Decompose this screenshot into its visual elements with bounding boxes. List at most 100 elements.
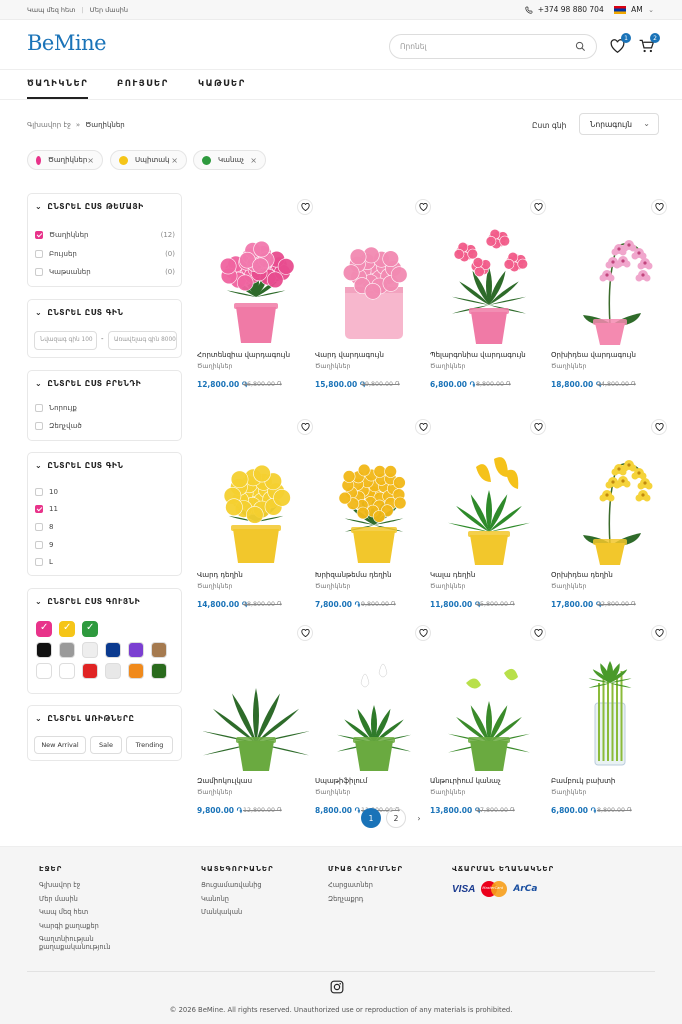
- remove-chip-icon[interactable]: ×: [87, 156, 94, 165]
- nav-plants[interactable]: ԲՈՒՅՍԵՐ: [117, 79, 169, 89]
- color-swatch[interactable]: [59, 642, 75, 658]
- add-to-wishlist-button[interactable]: [415, 419, 431, 435]
- add-to-wishlist-button[interactable]: [297, 199, 313, 215]
- footer-link[interactable]: Կապ մեզ հետ: [39, 908, 119, 916]
- product-name[interactable]: Հորտենզիա վարդագույն: [197, 351, 290, 359]
- checkbox[interactable]: [35, 558, 43, 566]
- product-name[interactable]: Զամիոկուլկաս: [197, 777, 252, 785]
- panel-title[interactable]: ⌄ ԸՆՏՐԵԼ ԸՍՏ ԳՈՒՅՆԻ: [35, 597, 140, 606]
- product-card[interactable]: Բամբուկ բախտի Ծաղիկներ 6,800.00 ֏ 8,800.00 …: [551, 625, 669, 815]
- color-swatch[interactable]: [105, 663, 121, 679]
- color-swatch[interactable]: [36, 642, 52, 658]
- filter-option[interactable]: L: [35, 558, 175, 566]
- product-name[interactable]: Վարդ դեղին: [197, 571, 243, 579]
- contact-link[interactable]: Կապ մեզ հետ: [27, 6, 76, 14]
- product-image[interactable]: [203, 437, 309, 567]
- filter-option[interactable]: 11: [35, 505, 175, 513]
- footer-link[interactable]: Գլխավոր էջ: [39, 881, 119, 889]
- product-card[interactable]: Խրիզանթեմա դեղին Ծաղիկներ 7,800.00 ֏ 9,800.…: [315, 419, 433, 609]
- product-image[interactable]: [436, 437, 542, 567]
- product-image[interactable]: [321, 217, 427, 347]
- footer-link[interactable]: Զեղչաքրդ: [328, 895, 403, 903]
- footer-link[interactable]: Հարցատներ: [328, 881, 403, 889]
- page-1-button[interactable]: 1: [361, 808, 381, 828]
- product-card[interactable]: Օրխիդեա վարդագույն Ծաղիկներ 18,800.00 ֏ 24,…: [551, 199, 669, 389]
- checkbox[interactable]: [35, 404, 43, 412]
- product-name[interactable]: Պելարգոնիա վարդագույն: [430, 351, 526, 359]
- panel-title[interactable]: ⌄ ԸՆՏՐԵԼ ԸՍՏ ԳԻՆ: [35, 308, 123, 317]
- product-name[interactable]: Անթուրիում կանաչ: [430, 777, 501, 785]
- occasion-trending[interactable]: Trending: [126, 736, 173, 754]
- checkbox[interactable]: [35, 250, 43, 258]
- footer-link[interactable]: Մանկական: [201, 908, 274, 916]
- product-card[interactable]: Սպաթիֆիլում Ծաղիկներ 8,800.00 ֏ 11,800.00 ֏: [315, 625, 433, 815]
- color-swatch[interactable]: [59, 621, 75, 637]
- instagram-icon[interactable]: [330, 980, 344, 994]
- add-to-wishlist-button[interactable]: [530, 625, 546, 641]
- add-to-wishlist-button[interactable]: [415, 625, 431, 641]
- filter-option[interactable]: 8: [35, 523, 175, 531]
- checkbox[interactable]: [35, 268, 43, 276]
- product-name[interactable]: Կալա դեղին: [430, 571, 475, 579]
- product-image[interactable]: [557, 217, 663, 347]
- about-link[interactable]: Մեր մասին: [90, 6, 128, 14]
- search-input[interactable]: Որոնել: [389, 34, 597, 59]
- footer-link[interactable]: Կարգի քաղաքեր: [39, 922, 119, 930]
- sort-select[interactable]: Նորագույն ⌄: [579, 113, 659, 135]
- next-page-button[interactable]: ›: [409, 808, 429, 828]
- wishlist-button[interactable]: 1: [610, 33, 631, 57]
- product-name[interactable]: Օրխիդեա դեղին: [551, 571, 613, 579]
- panel-title[interactable]: ⌄ ԸՆՏՐԵԼ ԱՌԻԹՆԵՐԸ: [35, 714, 134, 723]
- product-name[interactable]: Վարդ վարդագույն: [315, 351, 384, 359]
- checkbox[interactable]: [35, 523, 43, 531]
- add-to-wishlist-button[interactable]: [530, 419, 546, 435]
- product-image[interactable]: [436, 217, 542, 347]
- add-to-wishlist-button[interactable]: [530, 199, 546, 215]
- filter-option[interactable]: Ծաղիկներ (12): [35, 231, 175, 239]
- color-swatch[interactable]: [59, 663, 75, 679]
- product-image[interactable]: [557, 437, 663, 567]
- language-selector[interactable]: AM ⌄: [613, 5, 654, 14]
- panel-title[interactable]: ⌄ ԸՆՏՐԵԼ ԸՍՏ ԳԻՆ: [35, 461, 123, 470]
- panel-title[interactable]: ⌄ ԸՆՏՐԵԼ ԸՍՏ ԹԵՄԱՅԻ: [35, 202, 144, 211]
- filter-chip-green[interactable]: Կանաչ ×: [193, 150, 266, 170]
- checkbox[interactable]: [35, 422, 43, 430]
- product-card[interactable]: Պելարգոնիա վարդագույն Ծաղիկներ 6,800.00 ֏ 8…: [430, 199, 548, 389]
- color-swatch[interactable]: [151, 663, 167, 679]
- product-name[interactable]: Խրիզանթեմա դեղին: [315, 571, 392, 579]
- product-card[interactable]: Զամիոկուլկաս Ծաղիկներ 9,800.00 ֏ 12,800.00 …: [197, 625, 315, 815]
- filter-option[interactable]: Բույսեր (0): [35, 250, 175, 258]
- checkbox[interactable]: [35, 231, 43, 239]
- breadcrumb-home[interactable]: Գլխավոր էջ: [27, 121, 71, 129]
- checkbox[interactable]: [35, 541, 43, 549]
- color-swatch[interactable]: [128, 642, 144, 658]
- product-card[interactable]: Վարդ վարդագույն Ծաղիկներ 15,800.00 ֏ 19,800…: [315, 199, 433, 389]
- filter-chip-white[interactable]: Սպիտակ ×: [110, 150, 187, 170]
- max-price-input[interactable]: Առավելագ գին 80000: [108, 331, 177, 350]
- color-swatch[interactable]: [82, 621, 98, 637]
- cart-button[interactable]: 2: [639, 33, 660, 57]
- nav-flowers[interactable]: ԾԱՂԻԿՆԵՐ: [27, 79, 89, 99]
- add-to-wishlist-button[interactable]: [651, 419, 667, 435]
- color-swatch[interactable]: [128, 663, 144, 679]
- nav-pots[interactable]: ԿԱԹՍԵՐ: [198, 79, 246, 89]
- remove-chip-icon[interactable]: ×: [250, 156, 257, 165]
- add-to-wishlist-button[interactable]: [297, 419, 313, 435]
- add-to-wishlist-button[interactable]: [297, 625, 313, 641]
- remove-chip-icon[interactable]: ×: [171, 156, 178, 165]
- color-swatch[interactable]: [36, 621, 52, 637]
- occasion-new-arrival[interactable]: New Arrival: [34, 736, 86, 754]
- product-image[interactable]: [557, 643, 663, 773]
- product-image[interactable]: [321, 643, 427, 773]
- phone-link[interactable]: +374 98 880 704: [525, 5, 604, 14]
- panel-title[interactable]: ⌄ ԸՆՏՐԵԼ ԸՍՏ ԲՐԵՆԴԻ: [35, 379, 141, 388]
- search-icon[interactable]: [575, 41, 586, 52]
- product-card[interactable]: Կալա դեղին Ծաղիկներ 11,800.00 ֏ 15,800.00 ֏: [430, 419, 548, 609]
- color-swatch[interactable]: [36, 663, 52, 679]
- product-name[interactable]: Սպաթիֆիլում: [315, 777, 367, 785]
- filter-chip-flowers[interactable]: Ծաղիկներ ×: [27, 150, 103, 170]
- checkbox[interactable]: [35, 505, 43, 513]
- add-to-wishlist-button[interactable]: [651, 625, 667, 641]
- product-name[interactable]: Բամբուկ բախտի: [551, 777, 615, 785]
- footer-link[interactable]: Գաղտնիության քաղաքականություն: [39, 935, 119, 951]
